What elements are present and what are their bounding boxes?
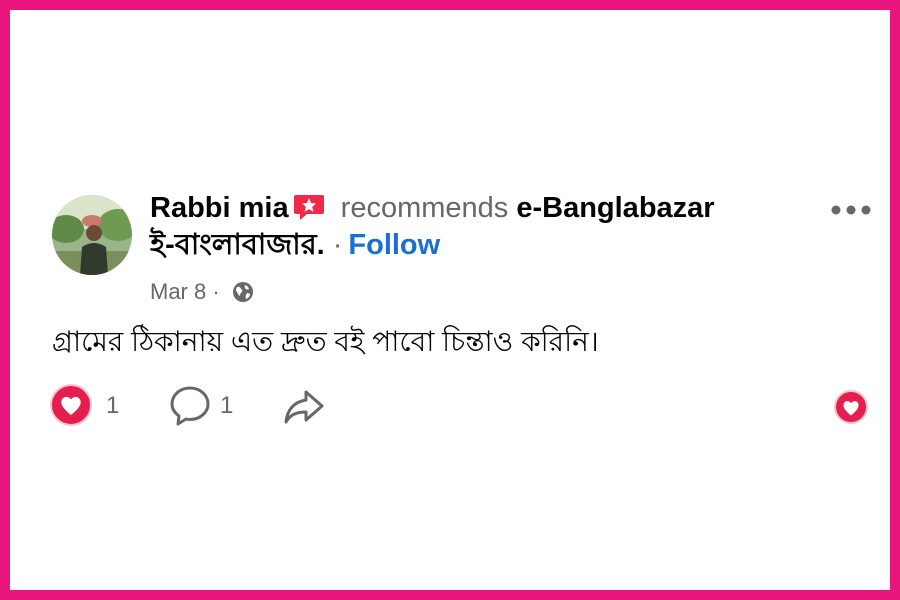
follow-button[interactable]: Follow [348, 229, 440, 261]
recommend-icon [293, 193, 325, 230]
globe-icon [232, 281, 254, 310]
love-reaction-button[interactable]: 1 [50, 384, 130, 428]
love-reaction-icon [50, 384, 92, 426]
avatar[interactable] [52, 195, 132, 275]
comment-icon [170, 386, 210, 426]
share-icon [284, 390, 324, 424]
page-name-line: ই-বাংলাবাজার. · Follow [150, 227, 440, 263]
page-name-bangla[interactable]: ই-বাংলাবাজার. [150, 229, 325, 261]
love-count: 1 [106, 392, 120, 419]
separator-dot: · [332, 229, 343, 261]
post-card: Rabbi mia recommends e-Banglabazar ই-বাং… [0, 0, 900, 600]
post-header-line: Rabbi mia recommends e-Banglabazar [150, 190, 715, 230]
recommends-text: recommends [340, 192, 509, 224]
more-options-icon[interactable] [830, 203, 872, 217]
comment-count: 1 [220, 392, 234, 419]
love-react-icon[interactable] [834, 390, 868, 429]
comment-button[interactable]: 1 [168, 384, 248, 428]
meta-separator: · [212, 279, 220, 304]
post-text: গ্রামের ঠিকানায় এত দ্রুত বই পাবো চিন্তা… [52, 326, 599, 357]
page-name[interactable]: e-Banglabazar [516, 192, 714, 224]
author-name[interactable]: Rabbi mia [150, 192, 289, 224]
share-button[interactable] [282, 384, 328, 428]
post-date[interactable]: Mar 8 [150, 279, 206, 304]
post-meta: Mar 8 · [150, 278, 254, 310]
